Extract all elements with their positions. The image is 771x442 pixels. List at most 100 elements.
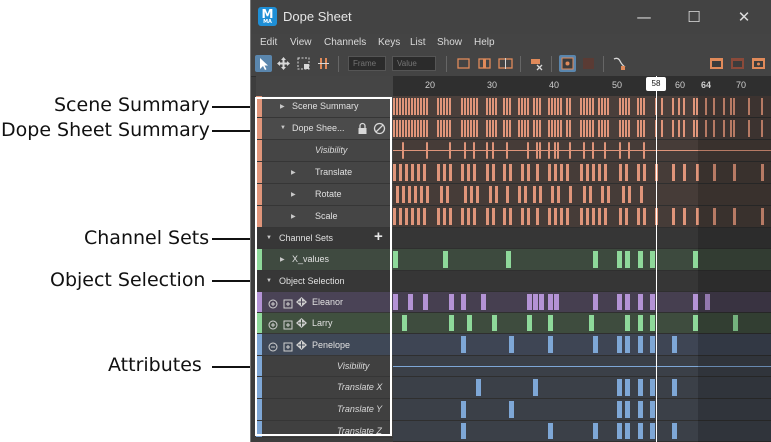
keyframe[interactable] bbox=[625, 294, 630, 310]
keyframe[interactable] bbox=[492, 164, 495, 181]
keyframe[interactable] bbox=[518, 120, 520, 137]
keyframe[interactable] bbox=[423, 164, 426, 181]
keyframe[interactable] bbox=[492, 142, 494, 159]
keyframe[interactable] bbox=[411, 120, 413, 137]
keyframe[interactable] bbox=[533, 379, 538, 396]
keyframe[interactable] bbox=[601, 120, 603, 137]
curve-tool-icon[interactable] bbox=[611, 55, 628, 72]
keyframe[interactable] bbox=[678, 98, 680, 115]
keyframe[interactable] bbox=[628, 98, 630, 115]
keyframe[interactable] bbox=[473, 98, 475, 115]
keyframe[interactable] bbox=[638, 294, 643, 310]
keyframe[interactable] bbox=[617, 401, 622, 418]
keyframe[interactable] bbox=[625, 379, 630, 396]
keyframe[interactable] bbox=[396, 98, 398, 115]
keyframe[interactable] bbox=[524, 186, 527, 203]
keyframe[interactable] bbox=[396, 120, 398, 137]
keyframe[interactable] bbox=[518, 186, 521, 203]
keyframe[interactable] bbox=[449, 208, 452, 225]
keyframe[interactable] bbox=[461, 120, 463, 137]
keyframe[interactable] bbox=[650, 379, 655, 396]
select-tool-icon[interactable] bbox=[255, 55, 272, 72]
keyframe[interactable] bbox=[548, 98, 550, 115]
keyframe[interactable] bbox=[503, 98, 505, 115]
keyframe[interactable] bbox=[638, 251, 643, 268]
keyframe[interactable] bbox=[489, 98, 491, 115]
keyframe[interactable] bbox=[604, 208, 607, 225]
keyframe[interactable] bbox=[557, 142, 559, 159]
time-ruler[interactable]: 20 30 40 50 60 64 70 bbox=[393, 76, 771, 96]
keyframe[interactable] bbox=[464, 98, 466, 115]
keyframe[interactable] bbox=[449, 142, 451, 159]
keyframe[interactable] bbox=[509, 164, 512, 181]
keyframe[interactable] bbox=[554, 142, 556, 159]
keyframe[interactable] bbox=[640, 120, 642, 137]
keyframe[interactable] bbox=[461, 294, 466, 310]
keyframe[interactable] bbox=[426, 186, 429, 203]
keyframe[interactable] bbox=[569, 142, 571, 159]
keyframe[interactable] bbox=[586, 164, 589, 181]
keyframe[interactable] bbox=[399, 208, 402, 225]
keyframe[interactable] bbox=[467, 315, 472, 331]
keyframe[interactable] bbox=[560, 120, 562, 137]
keyframe[interactable] bbox=[598, 208, 601, 225]
keyframe[interactable] bbox=[638, 379, 643, 396]
keyframe[interactable] bbox=[437, 98, 439, 115]
keyframe[interactable] bbox=[420, 120, 422, 137]
keyframe[interactable] bbox=[423, 120, 425, 137]
keyframe[interactable] bbox=[393, 208, 396, 225]
keyframe[interactable] bbox=[598, 164, 601, 181]
keyframe[interactable] bbox=[411, 208, 414, 225]
keyframe[interactable] bbox=[661, 120, 663, 137]
keyframe[interactable] bbox=[536, 142, 538, 159]
keyframe[interactable] bbox=[449, 120, 451, 137]
keyframe[interactable] bbox=[509, 120, 511, 137]
value-field[interactable] bbox=[392, 56, 436, 71]
keyframe[interactable] bbox=[503, 208, 506, 225]
keyframe[interactable] bbox=[678, 120, 680, 137]
keyframe[interactable] bbox=[650, 401, 655, 418]
keyframe[interactable] bbox=[604, 164, 607, 181]
keyframe[interactable] bbox=[672, 379, 677, 396]
keyframe[interactable] bbox=[533, 294, 538, 310]
keyframe[interactable] bbox=[619, 208, 622, 225]
keyframe[interactable] bbox=[619, 120, 621, 137]
keyframe[interactable] bbox=[683, 208, 686, 225]
keyframe[interactable] bbox=[589, 186, 592, 203]
keyframe[interactable] bbox=[503, 120, 505, 137]
keyframe[interactable] bbox=[393, 251, 398, 268]
menu-channels[interactable]: Channels bbox=[324, 37, 366, 48]
keyframe[interactable] bbox=[589, 98, 591, 115]
keyframe[interactable] bbox=[443, 120, 445, 137]
keyframe[interactable] bbox=[509, 98, 511, 115]
keyframe[interactable] bbox=[557, 98, 559, 115]
keyframe[interactable] bbox=[650, 294, 655, 310]
keyframe[interactable] bbox=[402, 120, 404, 137]
insert-keys-tool-icon[interactable] bbox=[315, 55, 332, 72]
keyframe[interactable] bbox=[396, 186, 399, 203]
keyframe[interactable] bbox=[625, 423, 630, 439]
keyframe[interactable] bbox=[625, 401, 630, 418]
keyframe[interactable] bbox=[539, 186, 542, 203]
keyframe[interactable] bbox=[672, 423, 677, 439]
keyframe[interactable] bbox=[417, 208, 420, 225]
keyframe[interactable] bbox=[539, 98, 541, 115]
keyframe[interactable] bbox=[509, 208, 512, 225]
keyframe[interactable] bbox=[414, 186, 417, 203]
keyframe[interactable] bbox=[607, 186, 610, 203]
keyframe[interactable] bbox=[643, 98, 645, 115]
keyframe[interactable] bbox=[650, 251, 655, 268]
keyframe[interactable] bbox=[464, 142, 466, 159]
keyframe[interactable] bbox=[625, 98, 627, 115]
keyframe[interactable] bbox=[628, 186, 631, 203]
minimize-icon[interactable]: — bbox=[633, 6, 655, 28]
keyframe[interactable] bbox=[476, 186, 479, 203]
keyframe[interactable] bbox=[672, 208, 675, 225]
keyframe[interactable] bbox=[554, 164, 557, 181]
keyframe[interactable] bbox=[446, 120, 448, 137]
keyframe[interactable] bbox=[560, 208, 563, 225]
keyframe[interactable] bbox=[554, 208, 557, 225]
keyframe[interactable] bbox=[625, 315, 630, 331]
keyframe[interactable] bbox=[393, 98, 395, 115]
keyframe[interactable] bbox=[467, 120, 469, 137]
